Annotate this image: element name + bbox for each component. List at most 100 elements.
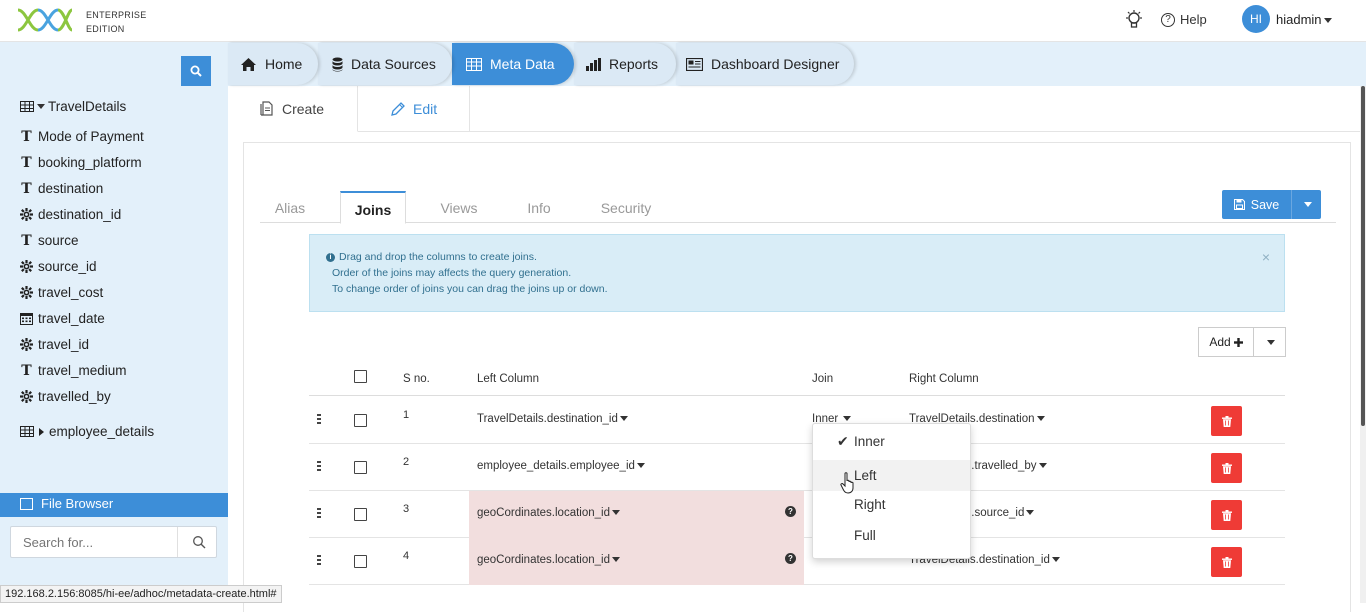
tab-views[interactable]: Views	[426, 191, 492, 223]
status-url: 192.168.2.156:8085/hi-ee/adhoc/metadata-…	[0, 585, 282, 603]
database-icon	[332, 57, 343, 72]
delete-button[interactable]	[1211, 453, 1242, 483]
right-column-select[interactable]: ls.source_id	[963, 507, 1035, 519]
scrollbar[interactable]	[1360, 86, 1366, 603]
tree-column-item[interactable]: Tsource	[20, 233, 78, 249]
tree-table-employee-details[interactable]: employee_details	[20, 424, 154, 439]
table-icon	[20, 426, 34, 437]
tree-column-item[interactable]: travelled_by	[20, 389, 111, 404]
drag-handle-icon[interactable]	[317, 508, 321, 518]
save-dropdown-toggle[interactable]	[1292, 202, 1321, 207]
tree-column-item[interactable]: T Mode of Payment	[20, 128, 144, 145]
caret-down-icon	[611, 510, 620, 516]
table-row[interactable]: 3 geoCordinates.location_id? ls.source_id	[309, 491, 1285, 538]
metadata-panel: Alias Joins Views Info Security Save i Dr…	[243, 142, 1351, 612]
join-option-left[interactable]: Left	[813, 460, 970, 491]
avatar[interactable]: HI	[1242, 5, 1270, 33]
caret-down-icon	[636, 463, 645, 469]
drag-handle-icon[interactable]	[317, 461, 321, 471]
tree-column-item[interactable]: Tdestination	[20, 180, 103, 197]
drag-handle-icon[interactable]	[317, 414, 321, 424]
check-icon: ✔	[837, 433, 849, 449]
table-icon	[20, 101, 34, 112]
table-row[interactable]: 4 geoCordinates.location_id? TravelDetails…	[309, 538, 1285, 585]
gear-icon	[20, 208, 33, 221]
tree-column-item[interactable]: destination_id	[20, 207, 121, 222]
tree-column-item[interactable]: travel_cost	[20, 285, 103, 300]
row-checkbox[interactable]	[354, 555, 367, 568]
join-option-inner[interactable]: ✔ Inner	[813, 426, 970, 457]
document-icon	[260, 101, 273, 116]
select-all-checkbox[interactable]	[354, 370, 367, 383]
lightbulb-icon[interactable]	[1125, 10, 1143, 30]
left-column-select[interactable]: geoCordinates.location_id	[477, 554, 620, 566]
user-menu[interactable]: hiadmin	[1276, 12, 1332, 27]
caret-down-icon	[1266, 339, 1275, 345]
scrollbar-thumb[interactable]	[1361, 86, 1365, 426]
row-checkbox[interactable]	[354, 461, 367, 474]
row-checkbox[interactable]	[354, 508, 367, 521]
delete-button[interactable]	[1211, 500, 1242, 530]
tab-data-sources[interactable]: Data Sources	[318, 43, 452, 85]
tab-reports[interactable]: Reports	[574, 43, 676, 85]
table-row[interactable]: 2 employee_details.employee_id ls.travelle…	[309, 444, 1285, 491]
caret-down-icon	[1036, 416, 1045, 422]
helical-logo[interactable]	[16, 6, 74, 34]
caret-down-icon	[619, 416, 628, 422]
home-icon	[240, 57, 257, 72]
left-column-select[interactable]: employee_details.employee_id	[477, 460, 645, 472]
sidebar-search-button[interactable]	[181, 56, 211, 86]
help-link[interactable]: ? Help	[1161, 12, 1207, 27]
join-option-right[interactable]: Right	[813, 489, 970, 520]
close-icon[interactable]: ×	[1262, 249, 1270, 265]
tab-alias[interactable]: Alias	[260, 191, 320, 223]
sub-tabs: Create Edit	[228, 86, 1366, 132]
tab-edit[interactable]: Edit	[358, 86, 470, 132]
tree-column-item[interactable]: Tbooking_platform	[20, 155, 141, 171]
left-column-select[interactable]: TravelDetails.destination_id	[477, 413, 628, 425]
file-browser-bar[interactable]: File Browser	[0, 493, 228, 517]
tree-column-item[interactable]: Ttravel_medium	[20, 363, 126, 379]
drag-handle-icon[interactable]	[317, 555, 321, 565]
tab-dashboard-designer[interactable]: Dashboard Designer	[676, 43, 854, 85]
tree-column-item[interactable]: travel_date	[20, 311, 105, 326]
question-icon[interactable]: ?	[785, 553, 796, 564]
join-option-full[interactable]: Full	[813, 520, 970, 551]
row-checkbox[interactable]	[354, 414, 367, 427]
tab-meta-data[interactable]: Meta Data	[452, 43, 574, 85]
save-button[interactable]: Save	[1222, 190, 1292, 219]
trash-icon	[1221, 415, 1232, 427]
tab-joins[interactable]: Joins	[340, 191, 406, 224]
save-button-group: Save	[1222, 190, 1321, 219]
table-row[interactable]: 1 TravelDetails.destination_id Inner Trave…	[309, 397, 1285, 444]
tree-table-traveldetails[interactable]: TravelDetails	[20, 99, 126, 114]
search-input[interactable]	[11, 527, 171, 557]
divider	[177, 527, 178, 557]
tree-column-item[interactable]: source_id	[20, 259, 97, 274]
caret-down-icon	[843, 416, 852, 422]
tab-info[interactable]: Info	[516, 191, 562, 223]
delete-button[interactable]	[1211, 547, 1242, 577]
add-dropdown-toggle[interactable]	[1254, 328, 1285, 356]
delete-button[interactable]	[1211, 406, 1242, 436]
add-join-button[interactable]: Add	[1199, 328, 1254, 356]
tab-home[interactable]: Home	[228, 43, 318, 85]
right-column-select[interactable]: ls.travelled_by	[963, 460, 1047, 472]
search-icon[interactable]	[192, 535, 206, 549]
text-icon: T	[21, 128, 32, 145]
question-icon[interactable]: ?	[785, 506, 796, 517]
info-alert: i Drag and drop the columns to create joi…	[309, 234, 1285, 312]
caret-down-icon	[1051, 557, 1060, 563]
tree-column-item[interactable]: travel_id	[20, 337, 89, 352]
left-column-select[interactable]: geoCordinates.location_id	[477, 507, 620, 519]
caret-right-icon	[39, 427, 44, 436]
tab-create[interactable]: Create	[228, 86, 358, 132]
caret-down-icon	[37, 104, 45, 109]
caret-down-icon	[1303, 202, 1312, 207]
plus-icon	[1233, 337, 1243, 347]
search-icon	[190, 65, 202, 77]
gear-icon	[20, 338, 33, 351]
text-icon: T	[21, 180, 32, 197]
tab-security[interactable]: Security	[590, 191, 662, 223]
gear-icon	[20, 286, 33, 299]
